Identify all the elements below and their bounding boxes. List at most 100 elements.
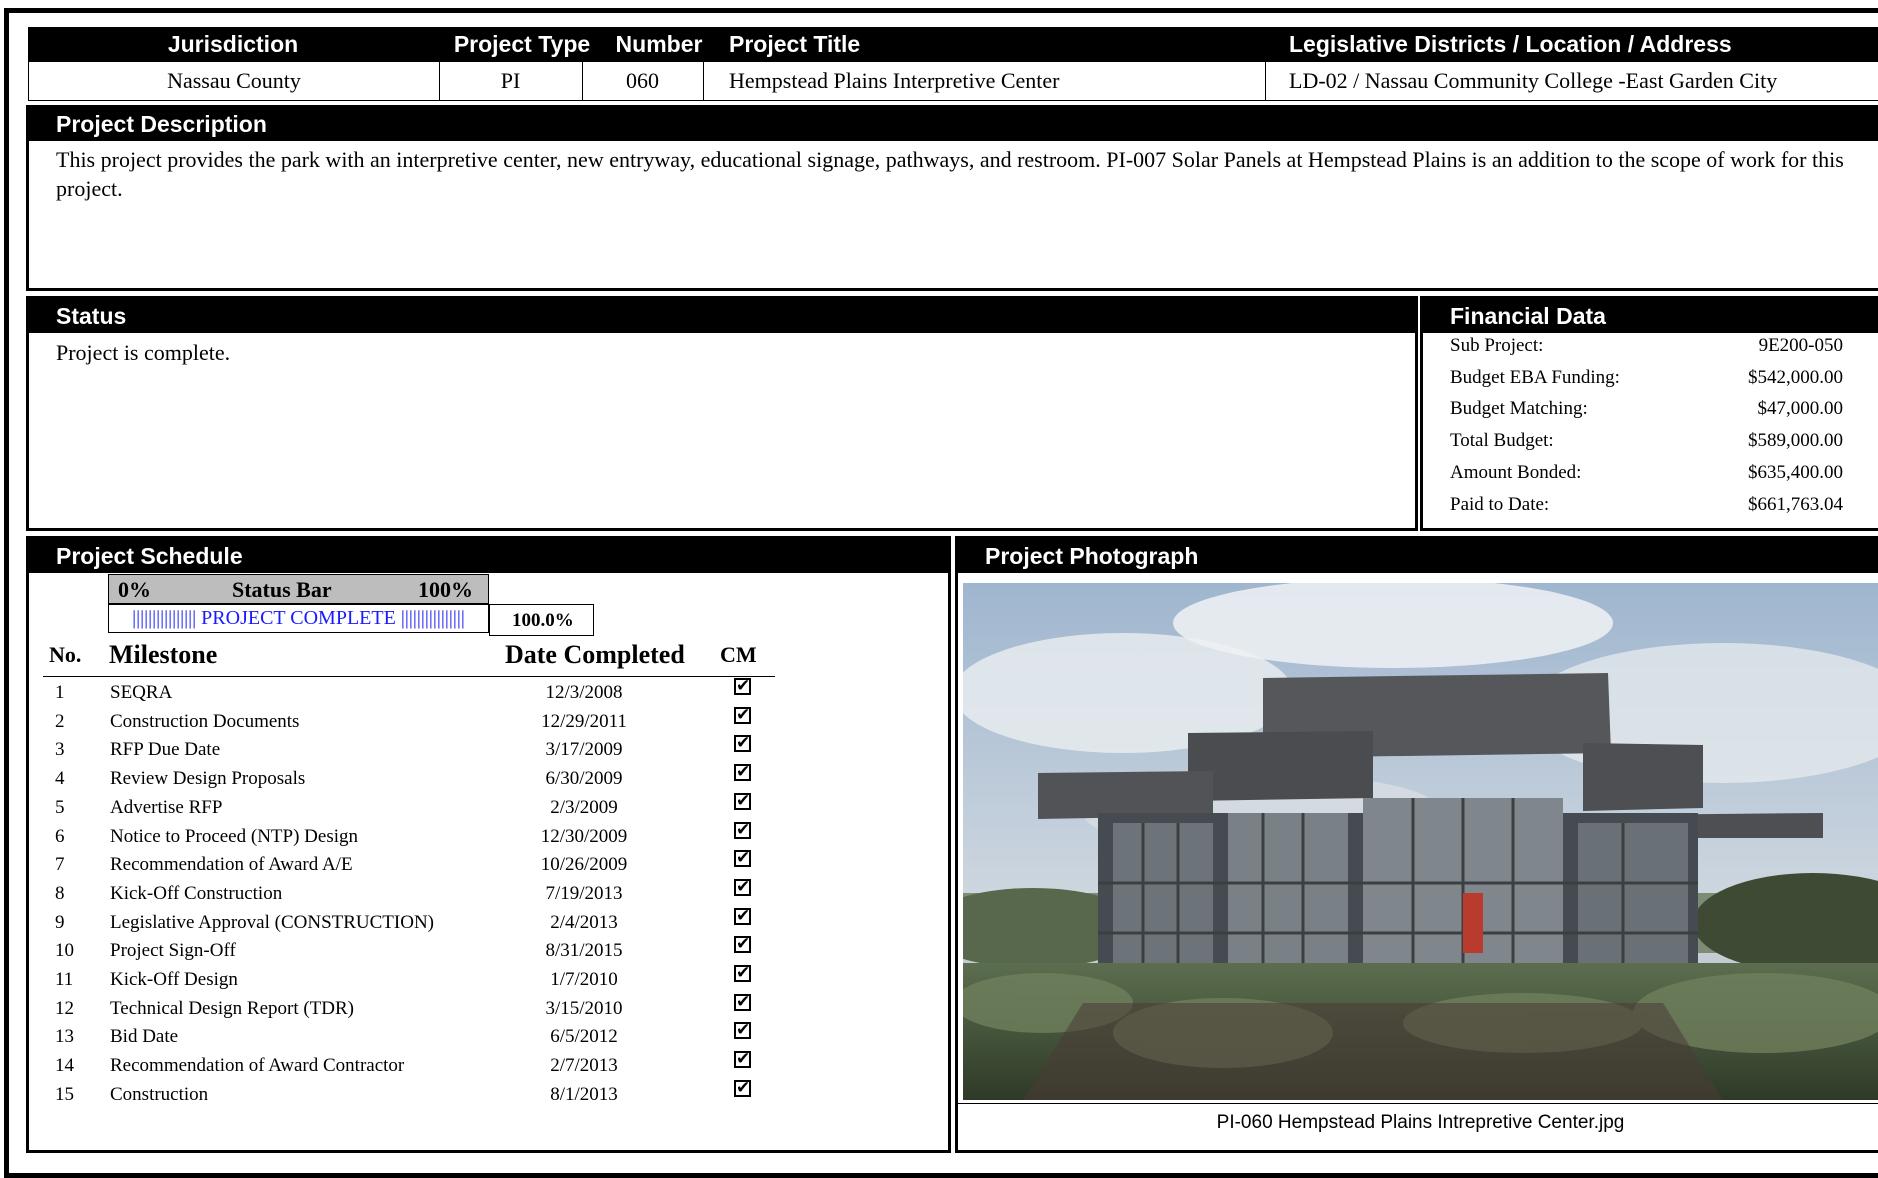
milestone-number: 7 (55, 854, 65, 876)
cm-checkbox[interactable]: ✔ (734, 735, 751, 753)
milestone-name: Kick-Off Construction (110, 882, 283, 904)
cm-checkbox[interactable]: ✔ (734, 965, 751, 982)
status-bar-text: |||||||||||||||| PROJECT COMPLETE ||||||… (132, 607, 465, 629)
project-photo (963, 583, 1878, 1100)
cm-checkbox[interactable]: ✔ (734, 936, 751, 954)
milestone-date: 2/4/2013 (550, 911, 618, 933)
milestone-date: 12/3/2008 (545, 682, 623, 703)
financial-label: Paid to Date: (1450, 493, 1550, 515)
milestone-name: Notice to Proceed (NTP) Design (110, 825, 358, 847)
status-bar-header: 0% Status Bar 100% (108, 574, 489, 604)
milestone-row: 8 Kick-Off Construction 7/19/2013 ✔ (29, 878, 819, 912)
photo-caption: PI-060 Hempstead Plains Intrepretive Cen… (1216, 1112, 1625, 1133)
milestone-row: 1 SEQRA 12/3/2008 ✔ (29, 678, 819, 711)
col-no: No. (49, 642, 82, 667)
milestone-row: 9 Legislative Approval (CONSTRUCTION) 2/4/… (29, 907, 819, 941)
schedule-title: Project Schedule (29, 539, 948, 573)
milestone-number: 11 (55, 969, 74, 990)
project-type-value: PI (500, 68, 521, 93)
description-section: Project Description This project provide… (26, 105, 1878, 291)
milestone-number: 5 (55, 796, 65, 818)
cm-checkbox[interactable]: ✔ (734, 1022, 751, 1040)
location-value: LD-02 / Nassau Community College -East G… (1289, 68, 1778, 93)
milestone-date: 1/7/2010 (550, 969, 618, 990)
cm-checkbox[interactable]: ✔ (734, 878, 751, 896)
cm-checkbox[interactable]: ✔ (734, 850, 751, 868)
milestone-number: 4 (55, 768, 65, 790)
col-milestone: Milestone (109, 640, 218, 669)
milestone-row: 11 Kick-Off Design 1/7/2010 ✔ (29, 965, 819, 998)
milestone-date: 3/15/2010 (545, 997, 623, 1019)
milestone-date: 2/3/2009 (550, 796, 618, 818)
milestone-date: 6/5/2012 (550, 1026, 618, 1048)
financial-row: Paid to Date: $661,763.04 (1423, 494, 1878, 526)
milestone-name: Recommendation of Award Contractor (110, 1055, 405, 1077)
milestone-number: 12 (55, 997, 74, 1019)
milestone-name: SEQRA (110, 682, 173, 703)
cm-checkbox[interactable]: ✔ (734, 1051, 751, 1069)
milestone-name: RFP Due Date (110, 739, 221, 761)
milestone-row: 15 Construction 8/1/2013 ✔ (29, 1079, 819, 1113)
milestone-row: 3 RFP Due Date 3/17/2009 ✔ (29, 735, 819, 768)
col-number: Number (615, 30, 703, 57)
milestone-date: 8/31/2015 (545, 940, 623, 962)
financial-label: Amount Bonded: (1450, 461, 1582, 483)
financial-title: Financial Data (1423, 299, 1878, 333)
cm-checkbox[interactable]: ✔ (734, 792, 751, 810)
status-title: Status (29, 299, 1415, 333)
milestone-list: 1 SEQRA 12/3/2008 ✔ 2 Construction Documents 1… (29, 678, 819, 1118)
milestone-date: 7/19/2013 (545, 882, 623, 904)
number-value: 060 (626, 68, 659, 93)
cm-checkbox[interactable]: ✔ (734, 678, 751, 695)
milestone-date: 2/7/2013 (550, 1055, 618, 1077)
financial-row: Amount Bonded: $635,400.00 (1423, 462, 1878, 494)
photo-section: Project Photograph PI-060 Hempstead Plai… (955, 536, 1878, 1153)
milestone-row: 7 Recommendation of Award A/E 10/26/2009 ✔ (29, 850, 819, 883)
col-jurisdiction: Jurisdiction (167, 30, 299, 57)
description-text: This project provides the park with an i… (56, 147, 1844, 201)
milestone-row: 14 Recommendation of Award Contractor 2/7/… (29, 1051, 819, 1084)
col-location: Legislative Districts / Location / Addre… (1289, 30, 1732, 57)
financial-section: Financial Data Sub Project: 9E200-050 Budg… (1420, 296, 1878, 531)
photo-title: Project Photograph (958, 539, 1878, 573)
cm-checkbox[interactable]: ✔ (734, 764, 751, 782)
financial-label: Budget EBA Funding: (1450, 366, 1620, 388)
col-project-title: Project Title (729, 30, 861, 57)
milestone-number: 15 (55, 1083, 74, 1105)
milestone-name: Review Design Proposals (110, 768, 306, 790)
milestone-number: 2 (55, 710, 65, 732)
milestone-number: 10 (55, 940, 74, 962)
status-bar-min: 0% (118, 577, 151, 602)
status-bar: |||||||||||||||| PROJECT COMPLETE ||||||… (108, 604, 489, 633)
schedule-section: Project Schedule 0% Status Bar 100% ||||… (26, 536, 951, 1153)
milestone-date: 12/30/2009 (540, 825, 628, 847)
cm-checkbox[interactable]: ✔ (734, 706, 751, 724)
cm-checkbox[interactable]: ✔ (734, 993, 751, 1011)
financial-value: 9E200-050 (1758, 335, 1843, 356)
financial-row: Budget Matching: $47,000.00 (1423, 398, 1878, 430)
financial-value: $635,400.00 (1748, 461, 1843, 483)
milestone-number: 8 (55, 882, 65, 904)
milestone-date: 6/30/2009 (545, 768, 623, 790)
milestone-name: Advertise RFP (110, 796, 223, 818)
milestone-number: 3 (55, 739, 65, 761)
milestone-date: 3/17/2009 (545, 739, 623, 761)
caption-rule (958, 1103, 1878, 1104)
financial-row: Total Budget: $589,000.00 (1423, 430, 1878, 462)
financial-rows: Sub Project: 9E200-050 Budget EBA Funding:… (1423, 335, 1878, 527)
financial-value: $661,763.04 (1748, 493, 1843, 515)
milestone-date: 10/26/2009 (540, 854, 628, 876)
milestone-date: 12/29/2011 (541, 710, 627, 732)
milestone-number: 13 (55, 1026, 74, 1048)
milestone-name: Construction (110, 1083, 209, 1105)
financial-row: Sub Project: 9E200-050 (1423, 335, 1878, 367)
header-bar: Jurisdiction Project Type Number Project… (28, 27, 1878, 61)
milestone-number: 14 (55, 1055, 74, 1077)
milestone-name: Construction Documents (110, 710, 300, 732)
jurisdiction-value: Nassau County (167, 68, 301, 93)
col-project-type: Project Type (453, 30, 591, 57)
cm-checkbox[interactable]: ✔ (734, 821, 751, 839)
milestone-date: 8/1/2013 (550, 1083, 618, 1105)
cm-checkbox[interactable]: ✔ (734, 907, 751, 925)
cm-checkbox[interactable]: ✔ (734, 1079, 751, 1097)
